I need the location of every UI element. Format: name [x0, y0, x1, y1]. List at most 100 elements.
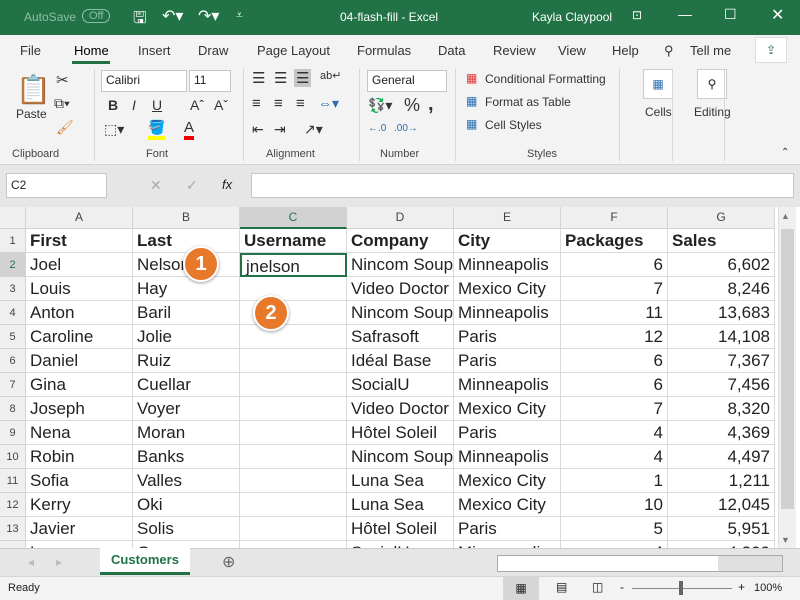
table-cell[interactable]: Nena — [26, 421, 133, 445]
table-cell[interactable]: 6 — [561, 253, 668, 277]
increase-decimal-icon[interactable]: ←.0 — [368, 123, 386, 134]
number-format-select[interactable]: General — [367, 70, 447, 92]
table-cell[interactable]: Minneapolis — [454, 373, 561, 397]
table-cell[interactable]: 4 — [561, 445, 668, 469]
table-cell[interactable] — [240, 469, 347, 493]
table-cell[interactable]: Cuellar — [133, 373, 240, 397]
table-cell[interactable]: Minneapolis — [454, 253, 561, 277]
table-cell[interactable]: 4,300 — [668, 541, 775, 548]
table-cell[interactable]: Video Doctor — [347, 397, 454, 421]
minimize-icon[interactable]: — — [678, 6, 692, 22]
cancel-icon[interactable]: ✕ — [150, 177, 162, 194]
save-icon[interactable]: 🖫 — [133, 7, 147, 34]
tell-me[interactable]: Tell me — [690, 43, 731, 58]
table-cell[interactable]: Joseph — [26, 397, 133, 421]
redo-icon[interactable]: ↷▾ — [198, 6, 219, 26]
insert-function-icon[interactable]: fx — [222, 177, 232, 192]
table-cell[interactable]: SocialU — [347, 373, 454, 397]
table-cell[interactable]: L — [26, 541, 133, 548]
column-header-G[interactable]: G — [668, 207, 775, 229]
row-header-11[interactable]: 11 — [0, 469, 26, 493]
table-cell[interactable]: 4,497 — [668, 445, 775, 469]
column-header-E[interactable]: E — [454, 207, 561, 229]
cut-icon[interactable]: ✂ — [56, 71, 69, 89]
user-name[interactable]: Kayla Claypool — [532, 10, 612, 24]
zoom-slider-thumb[interactable] — [679, 581, 683, 595]
column-title-cell[interactable]: Company — [347, 229, 454, 253]
align-middle-icon[interactable]: ☰ — [274, 69, 287, 87]
table-cell[interactable] — [240, 493, 347, 517]
table-cell[interactable]: 1 — [561, 469, 668, 493]
row-header-2[interactable]: 2 — [0, 253, 26, 277]
table-cell[interactable]: 7,367 — [668, 349, 775, 373]
table-cell[interactable]: Minneapolis — [454, 541, 561, 548]
tab-home[interactable]: Home — [74, 43, 109, 58]
row-header-3[interactable]: 3 — [0, 277, 26, 301]
table-cell[interactable]: Minneapolis — [454, 445, 561, 469]
table-cell[interactable]: 4,369 — [668, 421, 775, 445]
zoom-out-icon[interactable]: - — [620, 580, 624, 594]
decrease-indent-icon[interactable]: ⇤ — [252, 121, 264, 138]
table-cell[interactable]: Paris — [454, 349, 561, 373]
cells-icon[interactable]: ▦ — [643, 69, 673, 99]
paste-icon[interactable]: 📋 — [16, 73, 51, 106]
table-cell[interactable]: Hôtel Soleil — [347, 421, 454, 445]
table-cell[interactable]: 11 — [561, 301, 668, 325]
tab-draw[interactable]: Draw — [198, 43, 228, 58]
row-header-4[interactable]: 4 — [0, 301, 26, 325]
row-header-13[interactable]: 13 — [0, 517, 26, 541]
table-cell[interactable]: 7,456 — [668, 373, 775, 397]
table-cell[interactable]: Nincom Soup — [347, 253, 454, 277]
table-cell[interactable]: Kerry — [26, 493, 133, 517]
conditional-formatting-button[interactable]: Conditional Formatting — [485, 72, 606, 86]
row-header-9[interactable]: 9 — [0, 421, 26, 445]
table-cell[interactable] — [240, 421, 347, 445]
borders-icon[interactable]: ⬚▾ — [104, 121, 124, 138]
column-title-cell[interactable]: Username — [240, 229, 347, 253]
table-cell[interactable]: Jolie — [133, 325, 240, 349]
cell-styles-button[interactable]: Cell Styles — [485, 118, 542, 132]
maximize-icon[interactable]: ☐ — [724, 6, 737, 23]
table-cell[interactable]: 1,211 — [668, 469, 775, 493]
table-cell[interactable]: Valles — [133, 469, 240, 493]
table-cell[interactable]: Banks — [133, 445, 240, 469]
share-button[interactable]: ⇪ — [755, 37, 787, 63]
table-cell[interactable]: Paris — [454, 325, 561, 349]
tab-page-layout[interactable]: Page Layout — [257, 43, 330, 58]
table-cell[interactable] — [240, 541, 347, 548]
table-cell[interactable] — [240, 445, 347, 469]
table-cell[interactable]: Voyer — [133, 397, 240, 421]
tab-insert[interactable]: Insert — [138, 43, 171, 58]
font-size-select[interactable]: 11 — [189, 70, 231, 92]
table-cell[interactable]: Hôtel Soleil — [347, 517, 454, 541]
copy-icon[interactable]: ⧉▾ — [54, 95, 70, 112]
table-cell[interactable]: Nincom Soup — [347, 445, 454, 469]
autosave-toggle[interactable]: Off — [82, 9, 111, 23]
enter-icon[interactable]: ✓ — [186, 177, 198, 194]
close-icon[interactable]: ✕ — [771, 5, 784, 25]
row-header-14[interactable]: 14 — [0, 541, 26, 548]
orientation-icon[interactable]: ↗▾ — [304, 121, 323, 138]
row-header-12[interactable]: 12 — [0, 493, 26, 517]
sheet-tab-customers[interactable]: Customers — [100, 548, 190, 575]
column-title-cell[interactable]: Sales — [668, 229, 775, 253]
table-cell[interactable]: Anton — [26, 301, 133, 325]
table-cell[interactable]: 12 — [561, 325, 668, 349]
table-cell[interactable]: Sofia — [26, 469, 133, 493]
table-cell[interactable]: 4 — [561, 421, 668, 445]
worksheet-grid[interactable]: A B C D E F G 1 First Last Username Company City Pack… — [0, 207, 778, 548]
table-cell[interactable]: Paris — [454, 421, 561, 445]
table-cell[interactable]: 5,951 — [668, 517, 775, 541]
table-cell[interactable]: 6 — [561, 373, 668, 397]
customize-qat-icon[interactable]: ⩡ — [236, 8, 243, 23]
cells-button[interactable]: Cells — [645, 105, 672, 119]
collapse-ribbon-icon[interactable]: ⌃ — [781, 147, 789, 158]
new-sheet-icon[interactable]: ⊕ — [222, 552, 235, 572]
table-cell[interactable]: Oki — [133, 493, 240, 517]
italic-button[interactable]: I — [132, 97, 136, 113]
table-cell[interactable]: Baril — [133, 301, 240, 325]
align-left-icon[interactable]: ≡ — [252, 95, 261, 112]
row-header-6[interactable]: 6 — [0, 349, 26, 373]
fill-color-icon[interactable]: 🪣 — [148, 119, 166, 140]
table-cell[interactable]: 12,045 — [668, 493, 775, 517]
